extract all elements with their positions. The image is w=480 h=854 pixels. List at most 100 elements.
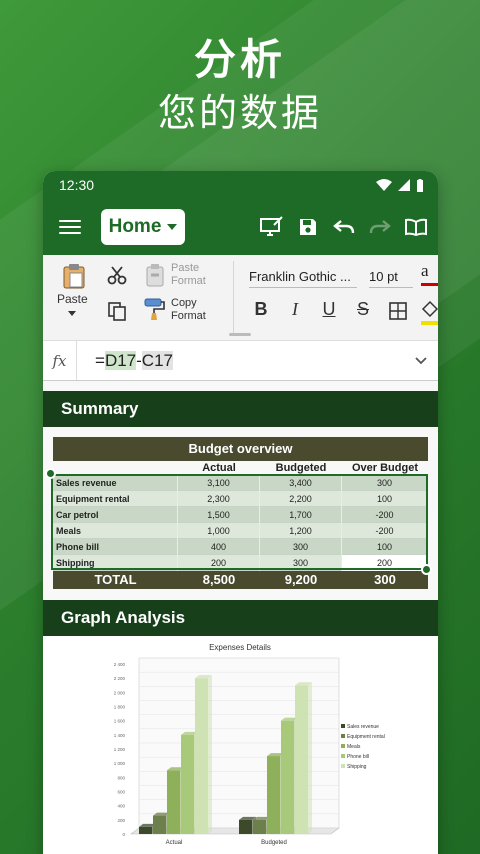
x-tick-label: Actual (166, 840, 183, 846)
y-tick-label: 2 400 (114, 662, 126, 667)
legend-swatch (341, 764, 345, 768)
hero-title: 分析 (193, 35, 286, 84)
ribbon-drag-handle[interactable] (229, 333, 251, 336)
menu-icon[interactable] (59, 216, 81, 238)
phone-screen: 12:30 Home Paste Paste Format Copy Forma… (43, 171, 438, 854)
cell-value[interactable]: 1,200 (260, 523, 342, 539)
cell-value[interactable]: 1,500 (178, 507, 260, 523)
table-row[interactable]: Phone bill 400 300 100 (53, 539, 428, 555)
legend-swatch (341, 724, 345, 728)
y-tick-label: 800 (117, 775, 125, 780)
paste-format-button[interactable]: Paste Format (145, 261, 221, 291)
table-row[interactable]: Shipping 200 300 200 (53, 555, 428, 571)
budget-sheet[interactable]: Budget overview Actual Budgeted Over Bud… (43, 427, 438, 592)
formula-ref-2: C17 (141, 350, 173, 370)
bar (253, 819, 266, 834)
cell-value[interactable]: 1,700 (260, 507, 342, 523)
copy-format-button[interactable]: Copy Format (144, 295, 221, 327)
paste-format-icon (146, 264, 164, 287)
y-tick-label: 1 800 (114, 705, 126, 710)
cell-value[interactable]: 2,300 (178, 491, 260, 507)
bar (295, 685, 308, 834)
copy-icon[interactable] (107, 301, 127, 321)
cell-value[interactable]: 3,400 (260, 475, 342, 491)
cell-label[interactable]: Equipment rental (53, 491, 178, 507)
total-over-budget[interactable]: 300 (342, 571, 428, 589)
expand-formula-button[interactable] (404, 356, 438, 365)
legend-label: Sales revenue (347, 724, 379, 730)
table-row[interactable]: Car petrol 1,500 1,700 -200 (53, 507, 428, 523)
cell-value[interactable]: 200 (178, 555, 260, 571)
chevron-down-icon (415, 356, 427, 364)
cell-value[interactable]: 200 (342, 555, 428, 571)
cell-value[interactable]: 400 (178, 539, 260, 555)
save-icon[interactable] (296, 215, 320, 239)
font-size-select[interactable]: 10 pt (369, 269, 413, 288)
format-painter-icon (144, 298, 165, 320)
fill-color-button[interactable] (421, 299, 438, 327)
font-color-icon: a (421, 261, 429, 280)
undo-icon[interactable] (332, 215, 356, 239)
y-tick-label: 1 200 (114, 747, 126, 752)
font-size-value: 10 pt (369, 269, 398, 284)
legend-label: Meals (347, 744, 361, 750)
table-row[interactable]: Meals 1,000 1,200 -200 (53, 523, 428, 539)
formula-input[interactable]: =D17-C17 (77, 350, 404, 371)
column-header: Over Budget (351, 462, 418, 474)
y-tick-label: 200 (117, 818, 125, 823)
cell-value[interactable]: 300 (260, 539, 342, 555)
selection-handle-bottom-right[interactable] (421, 564, 432, 575)
read-mode-icon[interactable] (404, 215, 428, 239)
cell-label[interactable]: Shipping (53, 555, 178, 571)
bar-side (308, 682, 312, 834)
cell-value[interactable]: 1,000 (178, 523, 260, 539)
cell-label[interactable]: Car petrol (53, 507, 178, 523)
selection-handle-top-left[interactable] (45, 468, 56, 479)
status-bar: 12:30 (43, 171, 438, 199)
cell-value[interactable]: -200 (342, 507, 428, 523)
cell-label[interactable]: Sales revenue (53, 475, 178, 491)
clipboard-icon (63, 264, 85, 289)
bar (139, 826, 152, 834)
strikethrough-button[interactable]: S (351, 299, 375, 320)
bar (267, 756, 280, 834)
copy-format-line2: Format (171, 310, 206, 322)
cell-value[interactable]: 3,100 (178, 475, 260, 491)
table-row[interactable]: Sales revenue 3,100 3,400 300 (53, 475, 428, 491)
cell-value[interactable]: 300 (260, 555, 342, 571)
cell-value[interactable]: 2,200 (260, 491, 342, 507)
present-icon[interactable] (260, 215, 284, 239)
bold-button[interactable]: B (249, 299, 273, 320)
y-tick-label: 2 200 (114, 676, 126, 681)
legend-label: Equipment rental (347, 734, 385, 740)
paste-button[interactable]: Paste (57, 263, 91, 325)
cell-value[interactable]: 100 (342, 491, 428, 507)
total-budgeted[interactable]: 9,200 (260, 571, 342, 589)
graph-analysis-header: Graph Analysis (43, 600, 438, 636)
column-header: Actual (202, 462, 236, 474)
cut-icon[interactable] (107, 265, 127, 285)
table-column-headers: Actual Budgeted Over Budget (53, 461, 428, 475)
paste-label: Paste (57, 292, 88, 306)
ribbon-divider (233, 261, 234, 333)
font-color-button[interactable]: a (421, 261, 438, 289)
wifi-icon (376, 179, 392, 191)
underline-button[interactable]: U (317, 299, 341, 320)
cell-label[interactable]: Meals (53, 523, 178, 539)
cell-value[interactable]: 100 (342, 539, 428, 555)
borders-icon[interactable] (389, 302, 407, 320)
font-name-select[interactable]: Franklin Gothic ... (249, 269, 357, 288)
total-label[interactable]: TOTAL (53, 571, 178, 589)
summary-header: Summary (43, 391, 438, 427)
home-tab-dropdown[interactable]: Home (101, 209, 185, 245)
redo-icon[interactable] (368, 215, 392, 239)
italic-button[interactable]: I (283, 299, 307, 320)
x-tick-label: Budgeted (261, 840, 287, 846)
expenses-chart-area[interactable]: Expenses Details 0 200 400 600 800 1 000 1 200 1… (43, 636, 438, 854)
cell-label[interactable]: Phone bill (53, 539, 178, 555)
total-actual[interactable]: 8,500 (178, 571, 260, 589)
cell-value[interactable]: -200 (342, 523, 428, 539)
cell-value[interactable]: 300 (342, 475, 428, 491)
total-row[interactable]: TOTAL 8,500 9,200 300 (53, 571, 428, 589)
table-row[interactable]: Equipment rental 2,300 2,200 100 (53, 491, 428, 507)
